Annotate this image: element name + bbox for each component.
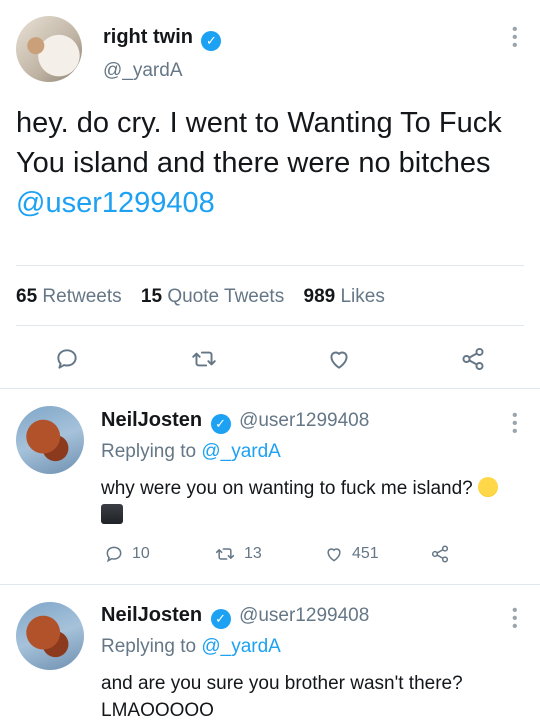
- retweet-icon[interactable]: [190, 346, 218, 372]
- tweet-body: hey. do cry. I went to Wanting To Fuck Y…: [16, 107, 502, 179]
- like-icon[interactable]: [326, 346, 352, 372]
- display-name[interactable]: right twin: [103, 26, 193, 48]
- reply-avatar[interactable]: [16, 602, 84, 670]
- reply-handle[interactable]: @user1299408: [239, 605, 369, 626]
- quote-tweets-stat[interactable]: 15 Quote Tweets: [141, 286, 284, 307]
- divider: [16, 265, 524, 266]
- author-handle[interactable]: @_yardA: [103, 60, 183, 82]
- reply-retweet-button[interactable]: 13: [214, 544, 262, 564]
- reply-display-name[interactable]: NeilJosten: [101, 604, 202, 626]
- more-options-icon[interactable]: • • •: [512, 22, 518, 54]
- replying-to-link[interactable]: @_yardA: [201, 441, 281, 462]
- retweets-stat[interactable]: 65 Retweets: [16, 286, 122, 307]
- replying-to-link[interactable]: @_yardA: [201, 636, 281, 657]
- reply-avatar[interactable]: [16, 406, 84, 474]
- divider: [0, 388, 540, 389]
- share-icon[interactable]: [460, 346, 486, 372]
- avatar[interactable]: [16, 16, 82, 82]
- reply-reply-button[interactable]: 10: [104, 544, 150, 564]
- divider: [0, 584, 540, 585]
- reply-share-button[interactable]: [430, 544, 450, 564]
- verified-badge-icon: ✓: [201, 31, 222, 51]
- like-icon: [327, 548, 341, 562]
- retweet-count: 13: [244, 545, 262, 562]
- reply-count: 10: [132, 545, 150, 562]
- more-options-icon[interactable]: • • •: [512, 408, 518, 440]
- author-name-row[interactable]: right twin ✓: [103, 26, 222, 51]
- replying-to: Replying to @_yardA: [101, 441, 281, 462]
- tweet-stats: 65 Retweets 15 Quote Tweets 989 Likes: [16, 286, 399, 308]
- reply-display-name[interactable]: NeilJosten: [101, 409, 202, 431]
- more-options-icon[interactable]: • • •: [512, 603, 518, 635]
- share-icon: [431, 545, 449, 563]
- reply-handle[interactable]: @user1299408: [239, 410, 369, 431]
- mention-link[interactable]: @user1299408: [16, 187, 215, 219]
- verified-badge-icon: ✓: [210, 609, 231, 629]
- reply-text: why were you on wanting to fuck me islan…: [101, 475, 501, 529]
- reply-icon[interactable]: [54, 346, 80, 372]
- reply-text: and are you sure you brother wasn't ther…: [101, 673, 463, 721]
- reply-like-button[interactable]: 451: [324, 544, 379, 564]
- divider: [16, 325, 524, 326]
- reply-icon: [106, 546, 122, 563]
- camera-flash-emoji: [101, 504, 123, 524]
- reply-author-row[interactable]: NeilJosten ✓ @user1299408: [101, 604, 369, 629]
- reply-author-row[interactable]: NeilJosten ✓ @user1299408: [101, 409, 369, 434]
- likes-stat[interactable]: 989 Likes: [304, 286, 385, 307]
- raised-eyebrow-emoji: [478, 477, 499, 497]
- retweet-icon: [215, 548, 235, 560]
- tweet-text: hey. do cry. I went to Wanting To Fuck Y…: [16, 103, 516, 223]
- like-count: 451: [352, 545, 379, 562]
- verified-badge-icon: ✓: [210, 414, 231, 434]
- replying-to: Replying to @_yardA: [101, 636, 281, 657]
